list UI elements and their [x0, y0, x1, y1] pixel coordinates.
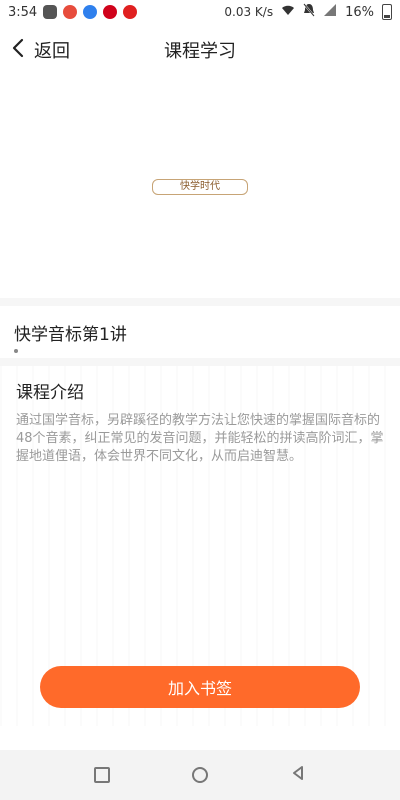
section-divider	[0, 358, 400, 366]
brand-label: 快学时代	[152, 179, 248, 195]
notification-message-icon	[43, 5, 58, 19]
section-divider	[0, 298, 400, 306]
wifi-icon	[281, 4, 295, 20]
system-nav-bar	[0, 750, 400, 800]
intro-title: 课程介绍	[16, 383, 84, 403]
notification-weibo-icon	[123, 5, 138, 19]
add-bookmark-button[interactable]: 加入书签	[40, 666, 360, 708]
network-speed: 0.03 K/s	[224, 5, 274, 19]
page-title: 课程学习	[164, 41, 236, 62]
chevron-left-icon	[10, 38, 26, 63]
battery-percent: 16%	[345, 4, 374, 20]
status-time: 3:54	[8, 4, 38, 20]
cell-signal-icon	[323, 3, 337, 21]
course-banner: 快学时代	[0, 76, 400, 298]
mute-icon	[303, 3, 315, 21]
lesson-title: 快学音标第1讲	[14, 325, 127, 345]
screen: 3:54 0.03 K/s 16% 返回 课程学习 快学时代 快学音标第1讲 课…	[0, 0, 400, 800]
header: 返回 课程学习	[0, 24, 400, 76]
notification-qq-icon	[83, 5, 98, 19]
back-button[interactable]: 返回	[10, 24, 70, 76]
home-icon[interactable]	[192, 767, 208, 783]
back-nav-icon[interactable]	[290, 765, 306, 785]
status-bar: 3:54 0.03 K/s 16%	[0, 0, 400, 24]
status-right: 0.03 K/s 16%	[224, 3, 400, 21]
status-left: 3:54	[0, 4, 138, 20]
notification-app-icon	[63, 5, 78, 19]
battery-icon	[382, 4, 392, 20]
lesson-dot	[14, 349, 18, 353]
intro-description: 通过国学音标，另辟蹊径的教学方法让您快速的掌握国际音标的48个音素，纠正常见的发…	[16, 413, 384, 464]
back-label: 返回	[34, 41, 70, 62]
lesson-section: 快学音标第1讲	[0, 306, 400, 358]
notification-news-icon	[103, 5, 118, 19]
recent-apps-icon[interactable]	[94, 767, 110, 783]
